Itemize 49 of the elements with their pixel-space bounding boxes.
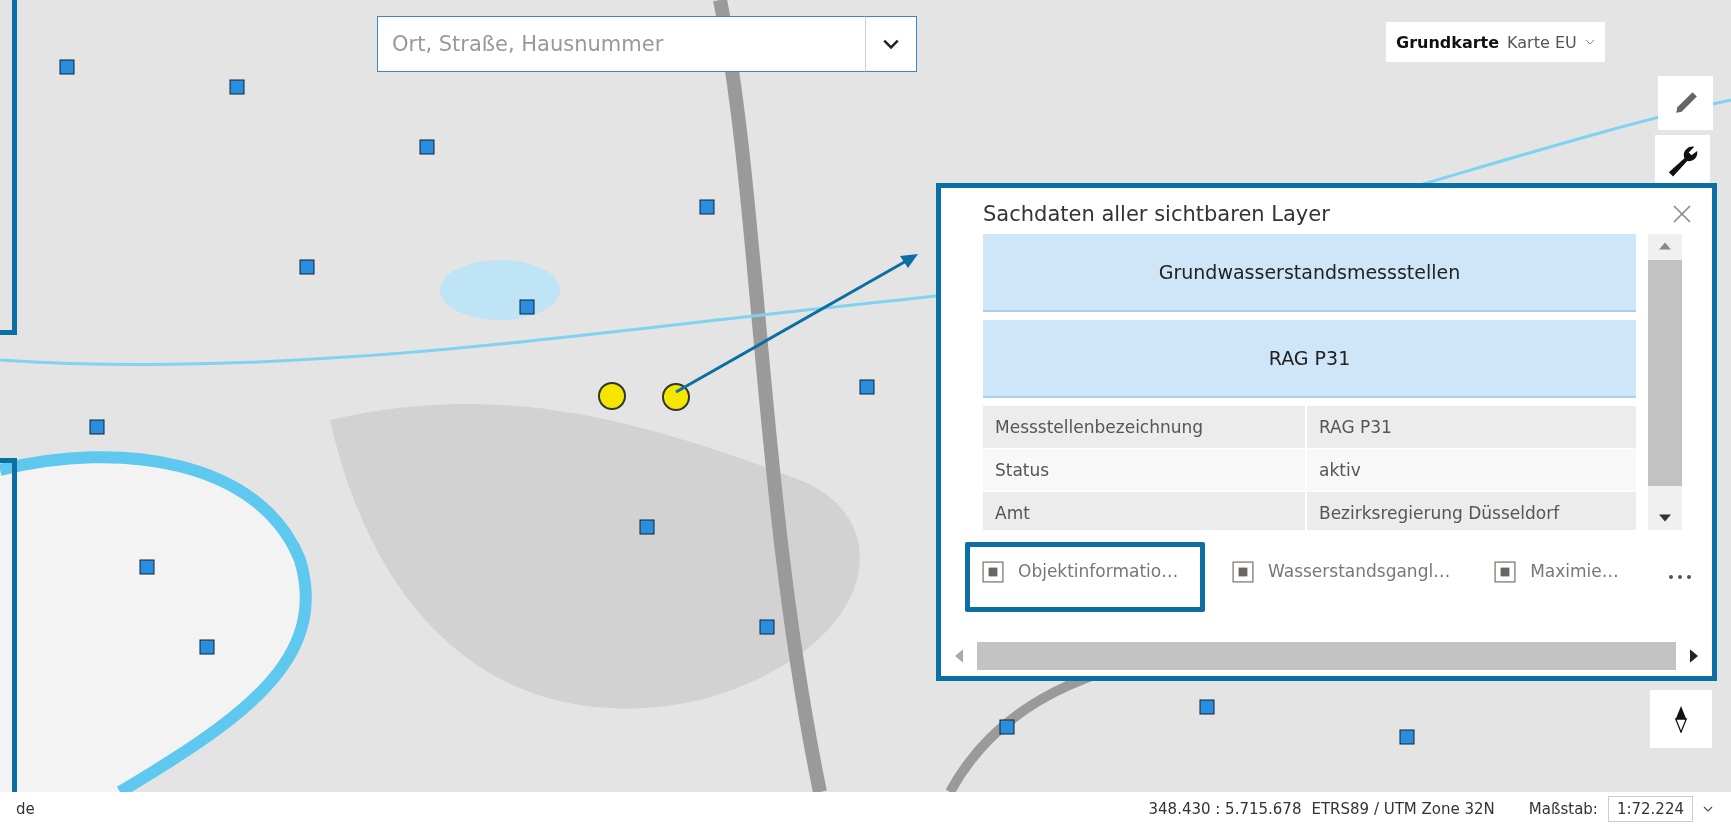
attribute-value: Bezirksregierung Düsseldorf [1318,503,1561,523]
marker-icon[interactable] [999,719,1015,735]
widget-icon [1494,561,1517,583]
basemap-label: Grundkarte [1396,32,1500,52]
close-icon[interactable] [1672,204,1692,224]
marker-icon[interactable] [139,559,155,575]
attribute-value: aktiv [1318,460,1362,480]
marker-icon[interactable] [419,139,435,155]
marker-icon[interactable] [59,59,75,75]
marker-icon[interactable] [199,639,215,655]
chevron-down-icon[interactable] [1703,805,1713,812]
compass-button[interactable] [1650,690,1712,748]
more-icon[interactable] [1668,574,1692,580]
marker-icon[interactable] [299,259,315,275]
scroll-right-icon[interactable] [1690,649,1698,663]
marker-icon[interactable] [519,299,535,315]
draw-button[interactable] [1658,76,1713,130]
scroll-up-icon[interactable] [1659,242,1671,250]
dropdown-button[interactable] [865,16,917,72]
widget-icon [1232,561,1254,583]
scroll-left-icon[interactable] [955,649,963,663]
widget-icon [982,561,1004,583]
basemap-value: Karte EU [1507,32,1577,52]
marker-icon[interactable] [89,419,105,435]
basemap-selector[interactable]: Grundkarte Karte EU [1386,22,1605,62]
marker-icon[interactable] [699,199,715,215]
marker-icon[interactable] [229,79,245,95]
marker-icon[interactable] [759,619,775,635]
layer-header[interactable]: Grundwasserstandsmessstellen [983,234,1636,312]
marker-icon[interactable] [859,379,875,395]
marker-icon[interactable] [1199,699,1215,715]
layer-header[interactable]: RAG P31 [983,320,1636,398]
popup-title: Sachdaten aller sichtbaren Layer [983,202,1331,226]
marker-icon[interactable] [1399,729,1415,745]
compass-icon [1674,705,1688,733]
status-text: de [15,799,35,818]
chevron-down-icon [1584,39,1595,45]
scroll-down-icon[interactable] [1659,514,1671,522]
search-field[interactable]: Ort, Straße, Hausnummer [377,16,865,72]
chevron-down-icon [882,38,900,50]
vertical-scrollbar[interactable] [1648,234,1682,530]
marker-icon[interactable] [639,519,655,535]
coordinates-text: 348.430 : 5.715.678 [1148,799,1302,818]
scale-label: Maßstab: [1528,799,1598,818]
attribute-value: RAG P31 [1318,417,1393,437]
projection-text: ETRS89 / UTM Zone 32N [1311,799,1495,818]
scale-dropdown[interactable]: 1:72.224 [1607,795,1693,822]
action-button[interactable]: Objektinformatio… [965,542,1205,612]
attribute-name: Amt [983,492,1307,530]
